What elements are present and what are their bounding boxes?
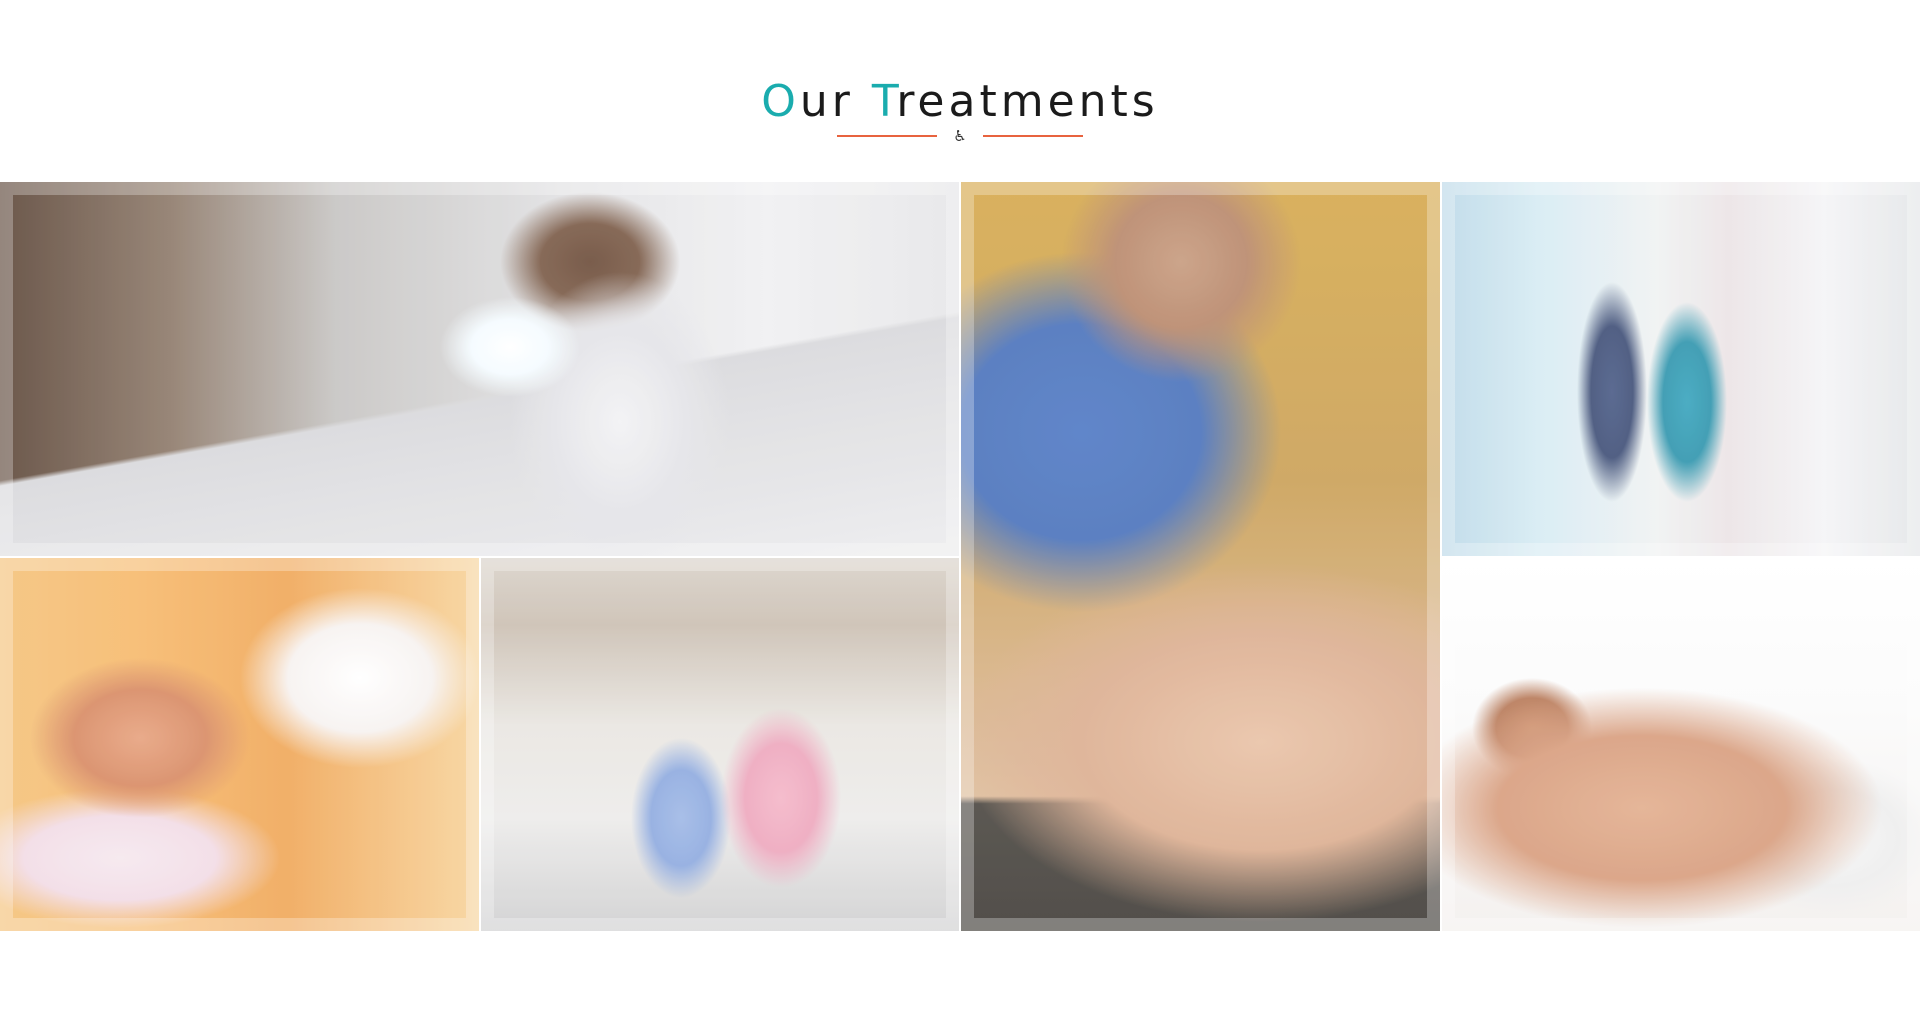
tile-overlay — [1442, 558, 1920, 931]
gallery-tile-relaxing-massage[interactable] — [0, 558, 479, 931]
divider-line-right — [983, 135, 1083, 137]
page-title: Our Treatments — [0, 72, 1920, 132]
divider-line-left — [837, 135, 937, 137]
title-accent-o: O — [761, 76, 800, 127]
treatments-gallery — [0, 182, 1920, 931]
tile-overlay — [1442, 182, 1920, 556]
tile-overlay — [481, 558, 959, 931]
tile-overlay — [0, 558, 479, 931]
gallery-tile-back-massage[interactable] — [961, 182, 1440, 931]
treatments-section: Our Treatments ♿ — [0, 0, 1920, 1015]
section-heading: Our Treatments — [0, 72, 1920, 132]
tile-overlay — [0, 182, 959, 556]
title-word-1-rest: ur — [799, 76, 854, 127]
tile-overlay — [961, 182, 1440, 931]
title-divider: ♿ — [0, 126, 1920, 146]
title-accent-t: T — [871, 76, 897, 127]
gallery-tile-roller-massage[interactable] — [1442, 558, 1920, 931]
title-word-2-rest: reatments — [896, 76, 1159, 127]
gallery-tile-hospital-walk[interactable] — [1442, 182, 1920, 556]
gallery-tile-nurse-care[interactable] — [481, 558, 959, 931]
gallery-tile-podiatry[interactable] — [0, 182, 959, 556]
wheelchair-icon: ♿ — [953, 127, 967, 145]
